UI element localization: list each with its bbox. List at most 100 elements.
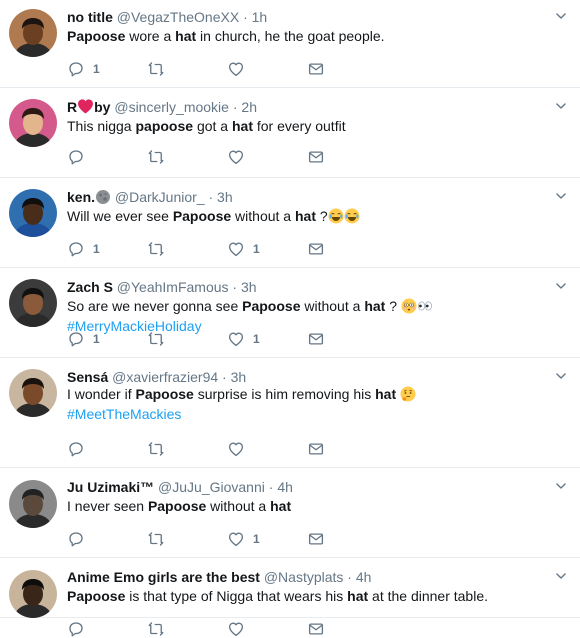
username-handle[interactable]: @sincerly_mookie (114, 99, 229, 115)
tweet[interactable]: Sensá @xavierfrazier94 · 3h I wonder if P… (0, 358, 580, 468)
tweet-header: ken. @DarkJunior_ · 3h (67, 188, 233, 206)
timestamp[interactable]: 2h (241, 99, 257, 115)
retweet-button[interactable] (147, 530, 165, 548)
retweet-button[interactable] (147, 440, 165, 458)
direct-message-icon (307, 440, 325, 458)
reply-button[interactable] (67, 148, 85, 166)
direct-message-icon (307, 60, 325, 78)
tweet-actions: 1 (67, 60, 337, 78)
reply-button[interactable]: 1 (67, 240, 100, 258)
caret-down-icon[interactable] (554, 569, 568, 583)
display-name[interactable]: Sensá (67, 369, 108, 385)
direct-message-button[interactable] (307, 440, 325, 458)
tweet[interactable]: Rby @sincerly_mookie · 2h This nigga papo… (0, 88, 580, 178)
highlighted-keyword: hat (347, 588, 369, 604)
username-handle[interactable]: @Nastyplats (264, 569, 344, 585)
tweet-actions (67, 620, 337, 638)
like-button[interactable]: 1 (227, 530, 260, 548)
timestamp[interactable]: 4h (277, 479, 293, 495)
direct-message-button[interactable] (307, 530, 325, 548)
caret-down-icon[interactable] (554, 9, 568, 23)
username-handle[interactable]: @VegazTheOneXX (117, 9, 239, 25)
display-name[interactable]: ken. (67, 189, 111, 205)
reply-button[interactable]: 1 (67, 330, 100, 348)
direct-message-button[interactable] (307, 330, 325, 348)
caret-down-icon[interactable] (554, 99, 568, 113)
caret-down-icon[interactable] (554, 369, 568, 383)
reply-icon (67, 440, 85, 458)
reply-count: 1 (93, 242, 100, 256)
reply-button[interactable]: 1 (67, 60, 100, 78)
highlighted-keyword: Papoose (135, 386, 194, 402)
tweet[interactable]: no title @VegazTheOneXX · 1h Papoose wore… (0, 0, 580, 88)
avatar[interactable] (9, 570, 57, 618)
timestamp[interactable]: 4h (356, 569, 372, 585)
reply-button[interactable] (67, 530, 85, 548)
avatar[interactable] (9, 9, 57, 57)
caret-down-icon[interactable] (554, 189, 568, 203)
display-name[interactable]: Zach S (67, 279, 113, 295)
caret-down-icon[interactable] (554, 479, 568, 493)
eyes-emoji-icon (417, 298, 433, 314)
like-button[interactable] (227, 60, 245, 78)
tweet[interactable]: ken. @DarkJunior_ · 3h Will we ever see P… (0, 178, 580, 268)
hashtag-link[interactable]: #MeetTheMackies (67, 406, 181, 422)
display-name[interactable]: Rby (67, 99, 110, 115)
display-name-text: Zach S (67, 279, 113, 295)
retweet-button[interactable] (147, 148, 165, 166)
like-icon (227, 60, 245, 78)
tweet[interactable]: Anime Emo girls are the best @Nastyplats… (0, 558, 580, 637)
display-name[interactable]: Ju Uzimaki™ (67, 479, 154, 495)
highlighted-keyword: Papoose (67, 588, 126, 604)
username-handle[interactable]: @YeahImFamous (117, 279, 229, 295)
reply-icon (67, 148, 85, 166)
display-name-text: no title (67, 9, 113, 25)
avatar[interactable] (9, 99, 57, 147)
direct-message-icon (307, 530, 325, 548)
retweet-button[interactable] (147, 240, 165, 258)
retweet-button[interactable] (147, 60, 165, 78)
like-count: 1 (253, 242, 260, 256)
like-button[interactable] (227, 148, 245, 166)
display-name[interactable]: Anime Emo girls are the best (67, 569, 260, 585)
direct-message-button[interactable] (307, 148, 325, 166)
direct-message-button[interactable] (307, 60, 325, 78)
tweet-text: Papoose is that type of Nigga that wears… (67, 588, 489, 604)
username-handle[interactable]: @DarkJunior_ (115, 189, 205, 205)
username-handle[interactable]: @JuJu_Giovanni (158, 479, 265, 495)
retweet-button[interactable] (147, 330, 165, 348)
display-name[interactable]: no title (67, 9, 113, 25)
reply-button[interactable] (67, 440, 85, 458)
timestamp[interactable]: 3h (231, 369, 247, 385)
avatar[interactable] (9, 480, 57, 528)
username-handle[interactable]: @xavierfrazier94 (112, 369, 218, 385)
timestamp[interactable]: 3h (241, 279, 257, 295)
retweet-button[interactable] (147, 620, 165, 638)
direct-message-button[interactable] (307, 240, 325, 258)
like-button[interactable]: 1 (227, 330, 260, 348)
direct-message-button[interactable] (307, 620, 325, 638)
caret-down-icon[interactable] (554, 279, 568, 293)
like-icon (227, 440, 245, 458)
like-button[interactable] (227, 620, 245, 638)
timestamp[interactable]: 1h (252, 9, 268, 25)
tweet-actions (67, 148, 337, 166)
avatar[interactable] (9, 189, 57, 237)
reply-icon (67, 620, 85, 638)
highlighted-keyword: Papoose (67, 28, 126, 44)
like-button[interactable] (227, 440, 245, 458)
separator-dot: · (264, 479, 278, 495)
separator-dot: · (228, 99, 242, 115)
tweet[interactable]: Ju Uzimaki™ @JuJu_Giovanni · 4h I never s… (0, 468, 580, 558)
flushed-emoji-icon (401, 298, 417, 314)
tweet[interactable]: Zach S @YeahImFamous · 3h So are we never… (0, 268, 580, 358)
reply-count: 1 (93, 332, 100, 346)
avatar[interactable] (9, 369, 57, 417)
highlighted-keyword: hat (270, 498, 292, 514)
timestamp[interactable]: 3h (217, 189, 233, 205)
like-button[interactable]: 1 (227, 240, 260, 258)
like-count: 1 (253, 532, 260, 546)
avatar[interactable] (9, 279, 57, 327)
tweet-header: Ju Uzimaki™ @JuJu_Giovanni · 4h (67, 478, 293, 496)
reply-button[interactable] (67, 620, 85, 638)
